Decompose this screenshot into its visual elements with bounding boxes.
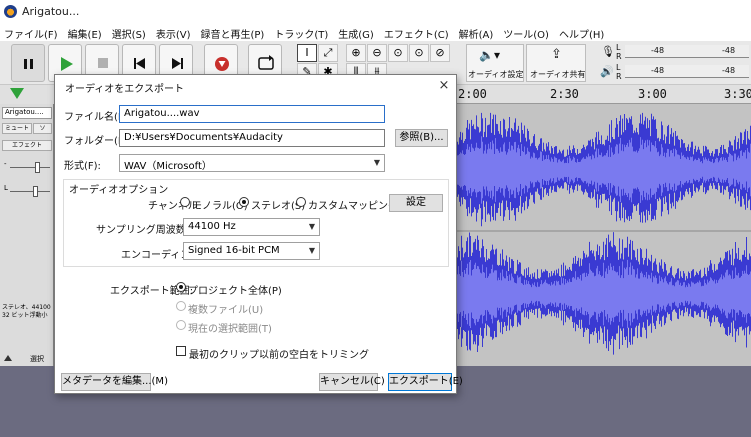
menu-generate[interactable]: 生成(G) [334,23,380,41]
chevron-down-icon: ▼ [373,158,380,167]
fit-project-icon[interactable]: ⊙ [409,44,429,62]
timeline-tick: 2:00 [458,87,487,101]
menu-edit[interactable]: 編集(E) [64,23,108,41]
timeline-tick: 3:30 [724,87,751,101]
waveform-area[interactable] [456,104,751,366]
track-info-bitdepth: 32 ビット浮動小 [2,312,48,319]
menu-view[interactable]: 表示(V) [152,23,197,41]
format-label: 形式(F): [64,161,101,172]
speaker-icon: 🔈▾ [479,48,500,62]
zoom-in-icon[interactable]: ⊕ [346,44,366,62]
timeline-tick: 3:00 [638,87,667,101]
menu-help[interactable]: ヘルプ(H) [555,23,610,41]
menu-transport[interactable]: 録音と再生(P) [197,23,271,41]
effects-button[interactable]: エフェクト [2,140,52,151]
track-select-button[interactable]: 選択 [30,354,44,364]
menu-tracks[interactable]: トラック(T) [270,23,334,41]
timeline-tick: 2:30 [550,87,579,101]
waveform-display [456,112,751,355]
record-meter[interactable]: -48 -48 [625,45,749,58]
custom-mapping-radio[interactable] [296,197,306,207]
browse-button[interactable]: 参照(B)... [395,129,448,147]
trim-blank-label: 最初のクリップ以前の空白をトリミング [189,350,369,361]
mute-button[interactable]: ミュート [2,123,32,134]
export-audio-dialog: オーディオをエクスポート × ファイル名(N): Arigatou....wav… [54,74,463,394]
export-button[interactable]: エクスポート(E) [388,373,463,391]
pause-button[interactable] [11,44,45,82]
audio-setup-label: オーディオ設定 [468,70,524,79]
playback-meter[interactable]: -48 -48 [625,65,749,78]
pan-left-label: L [4,184,8,192]
pan-slider-thumb[interactable] [33,186,38,197]
play-meter-r: R [616,72,622,81]
format-select[interactable]: WAV（Microsoft） ▼ [119,154,385,172]
track-info-format: ステレオ、44100 [2,304,51,311]
zoom-toggle-icon[interactable]: ⊘ [430,44,450,62]
envelope-tool-icon[interactable]: ⤢ [318,44,338,62]
collapse-track-icon[interactable] [4,355,12,361]
rec-meter-l: L [616,43,621,52]
whole-project-label: プロジェクト全体(P) [188,286,282,297]
menu-tools[interactable]: ツール(O) [499,23,555,41]
whole-project-radio[interactable] [176,282,186,292]
fit-selection-icon[interactable]: ⊙ [388,44,408,62]
record-meter-scale: -48 [651,46,665,55]
dialog-title: オーディオをエクスポート [65,84,184,95]
stereo-radio[interactable] [239,197,249,207]
pause-icon [24,59,33,69]
menu-analyze[interactable]: 解析(A) [455,23,500,41]
edit-metadata-button[interactable]: メタデータを編集...(M) [61,373,168,391]
playback-meter-scale-right: -48 [722,66,736,75]
microphone-icon: 🎙 [601,45,615,58]
multiple-files-label: 複数ファイル(U) [188,305,264,316]
playback-speaker-icon: 🔊 [600,65,614,78]
settings-button[interactable]: 設定 [389,194,443,212]
menu-effect[interactable]: エフェクト(C) [380,23,455,41]
format-value: WAV（Microsoft） [124,161,212,172]
menu-bar: ファイル(F) 編集(E) 選択(S) 表示(V) 録音と再生(P) トラック(… [0,23,751,41]
chevron-down-icon: ▼ [308,222,315,231]
channel-label: チャンネル [148,201,198,212]
current-selection-label: 現在の選択範囲(T) [188,324,272,335]
track-info: ステレオ、44100 32 ビット浮動小 [2,304,51,320]
audio-setup-button[interactable]: 🔈▾ オーディオ設定 [466,44,524,82]
menu-file[interactable]: ファイル(F) [0,23,64,41]
menu-select[interactable]: 選択(S) [108,23,152,41]
sample-rate-select[interactable]: 44100 Hz ▼ [183,218,320,236]
playback-meter-scale: -48 [651,66,665,75]
zoom-out-icon[interactable]: ⊖ [367,44,387,62]
encoding-value: Signed 16-bit PCM [188,245,280,256]
window-title: Arigatou... [22,5,80,18]
chevron-down-icon: ▼ [308,246,315,255]
cancel-button[interactable]: キャンセル(C) [319,373,385,391]
multiple-files-radio[interactable] [176,301,186,311]
gain-slider-thumb[interactable] [35,162,40,173]
trim-blank-checkbox[interactable] [176,346,186,356]
current-selection-radio[interactable] [176,320,186,330]
sample-rate-value: 44100 Hz [188,221,236,232]
mono-radio[interactable] [180,197,190,207]
audio-options-title: オーディオオプション [69,185,169,196]
title-bar: Arigatou... [0,0,751,23]
solo-button[interactable]: ソ [33,123,52,134]
gain-slider[interactable] [10,167,50,168]
audacity-logo-icon [4,5,17,18]
timeline-ruler[interactable]: 2:00 2:30 3:00 3:30 [456,85,751,104]
encoding-select[interactable]: Signed 16-bit PCM ▼ [183,242,320,260]
rec-meter-r: R [616,52,622,61]
play-meter-l: L [616,63,621,72]
gain-minus-label: - [4,160,7,168]
share-audio-button[interactable]: ⇪ オーディオ共有 [526,44,586,82]
record-meter-scale-right: -48 [722,46,736,55]
share-audio-label: オーディオ共有 [530,70,586,79]
selection-tool-icon[interactable]: I [297,44,317,62]
folder-input[interactable]: D:¥Users¥Documents¥Audacity [119,129,385,147]
share-icon: ⇪ [551,47,562,62]
close-icon[interactable]: × [437,78,451,93]
pan-slider[interactable] [10,191,50,192]
track-name-button[interactable]: Arigatou.... [2,107,52,119]
filename-input[interactable]: Arigatou....wav [119,105,385,123]
play-head-indicator-icon[interactable] [10,88,24,99]
track-control-panel: Arigatou.... ミュート ソ エフェクト - L ステレオ、44100… [0,104,54,366]
